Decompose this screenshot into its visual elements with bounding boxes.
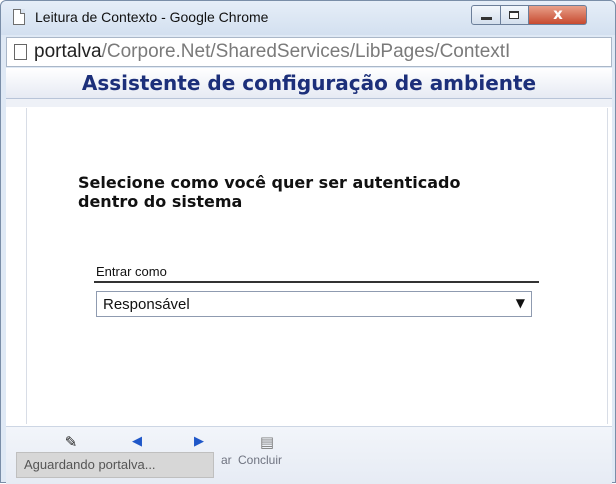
select-value: Responsável	[103, 296, 190, 313]
minimize-button[interactable]	[471, 5, 501, 25]
back-arrow-icon: ◀	[132, 434, 142, 449]
status-toast: Aguardando portalva...	[16, 452, 214, 478]
document-icon: ▤	[259, 433, 275, 451]
finish-label[interactable]: Concluir	[238, 453, 282, 467]
next-arrow-icon: ▶	[194, 434, 204, 449]
header-divider	[6, 99, 612, 107]
maximize-icon	[509, 11, 519, 19]
page-content: Assistente de configuração de ambiente S…	[6, 68, 612, 484]
back-button[interactable]: ◀	[126, 433, 148, 451]
instruction-text: Selecione como você quer ser autenticado…	[78, 173, 461, 211]
url-host: portalva	[34, 41, 102, 62]
url-text[interactable]: portalva/Corpore.Net/SharedServices/LibP…	[34, 41, 510, 63]
field-divider	[94, 281, 539, 283]
close-icon: x	[553, 5, 563, 23]
page-title: Assistente de configuração de ambiente	[81, 71, 537, 95]
login-as-label: Entrar como	[96, 264, 167, 279]
window-title: Leitura de Contexto - Google Chrome	[35, 9, 269, 25]
close-button[interactable]: x	[529, 5, 587, 25]
next-label-fragment: ar	[221, 453, 232, 467]
cancel-icon: ✎	[64, 433, 78, 451]
finish-button[interactable]: ▤	[256, 433, 278, 451]
title-bar[interactable]: Leitura de Contexto - Google Chrome x	[1, 1, 615, 35]
page-icon	[13, 9, 25, 25]
login-as-select[interactable]: Responsável ▼	[96, 291, 532, 317]
dropdown-arrow-icon[interactable]: ▼	[516, 296, 525, 310]
url-path: /Corpore.Net/SharedServices/LibPages/Con…	[101, 41, 511, 62]
address-bar[interactable]: portalva/Corpore.Net/SharedServices/LibP…	[6, 37, 612, 67]
browser-window: Leitura de Contexto - Google Chrome x po…	[0, 0, 616, 484]
page-icon	[14, 44, 27, 60]
minimize-icon	[481, 17, 492, 20]
cancel-button[interactable]: ✎	[60, 433, 82, 451]
next-button[interactable]: ▶	[188, 433, 210, 451]
page-header: Assistente de configuração de ambiente	[6, 68, 612, 99]
maximize-button[interactable]	[501, 5, 529, 25]
